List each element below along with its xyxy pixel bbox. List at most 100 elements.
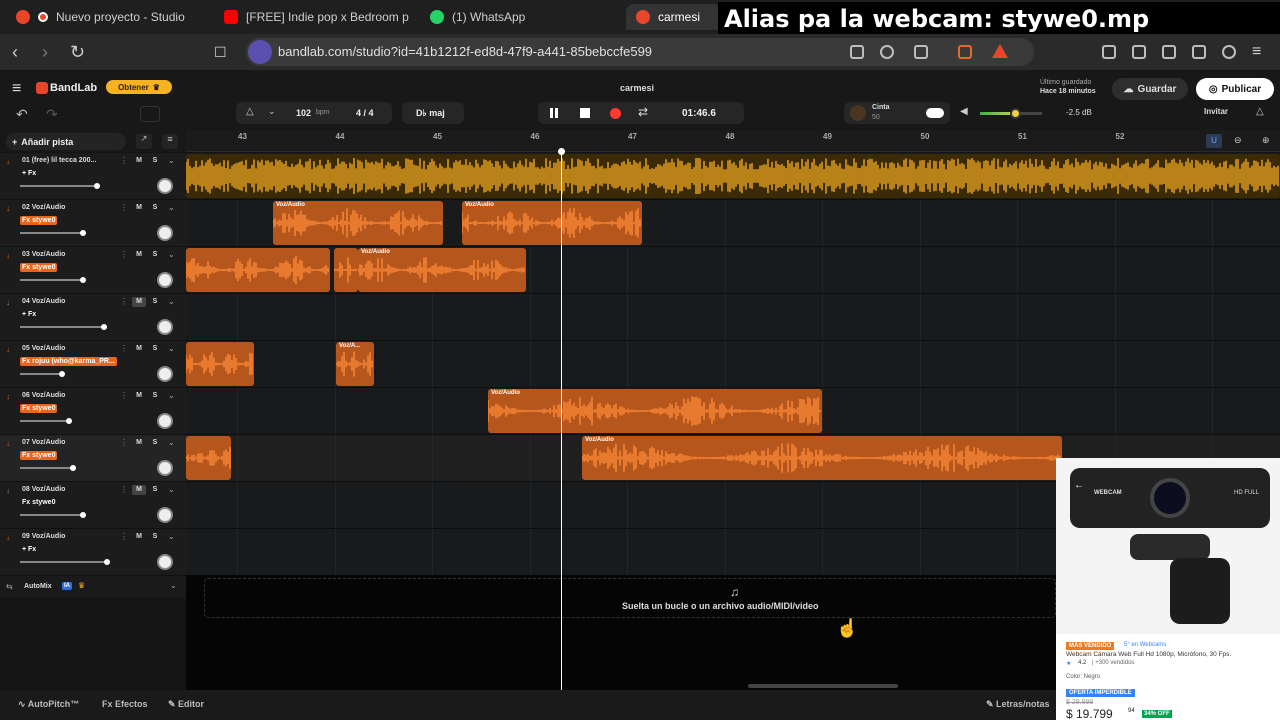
more-icon[interactable]: ⋮: [120, 297, 128, 306]
drop-zone[interactable]: [204, 578, 1056, 618]
chevron-down-icon[interactable]: ⌄: [168, 532, 175, 541]
solo-button[interactable]: S: [148, 532, 162, 542]
audio-clip[interactable]: Voz/Audio: [462, 201, 642, 245]
track-lane[interactable]: [186, 294, 1280, 341]
mute-button[interactable]: M: [132, 344, 146, 354]
track-volume-slider[interactable]: [20, 230, 86, 236]
time-signature[interactable]: 4 / 4: [356, 108, 374, 118]
tape-toggle[interactable]: [926, 108, 944, 118]
fx-slot[interactable]: + Fx: [20, 169, 38, 178]
mic-icon[interactable]: ↓: [6, 392, 10, 401]
mute-button[interactable]: M: [132, 203, 146, 213]
fx-slot[interactable]: Fx stywe0: [20, 404, 58, 413]
pan-knob[interactable]: [157, 319, 173, 335]
track-name[interactable]: 08 Voz/Audio: [22, 486, 65, 493]
audio-clip[interactable]: [186, 342, 254, 386]
reload-icon[interactable]: ↻: [70, 42, 85, 62]
track-lane[interactable]: Voz/Audio: [186, 247, 1280, 294]
brave-shield-icon[interactable]: [958, 45, 972, 59]
mic-icon[interactable]: ↓: [6, 486, 10, 495]
track-name[interactable]: 02 Voz/Audio: [22, 204, 65, 211]
fx-slot[interactable]: Fx stywe0: [20, 498, 57, 507]
pan-knob[interactable]: [157, 178, 173, 194]
brave-rewards-icon[interactable]: [992, 44, 1008, 58]
wallet-icon[interactable]: [1162, 45, 1176, 59]
publish-button[interactable]: ◎ Publicar: [1196, 78, 1274, 100]
solo-button[interactable]: S: [148, 344, 162, 354]
filter-icon[interactable]: ≡: [162, 134, 178, 149]
track-name[interactable]: 05 Voz/Audio: [22, 345, 65, 352]
obtener-button[interactable]: Obtener ♛: [106, 80, 172, 94]
extensions-icon[interactable]: [1102, 45, 1116, 59]
add-track-button[interactable]: + Añadir pista: [6, 133, 126, 150]
pan-knob[interactable]: [157, 460, 173, 476]
fx-slot[interactable]: + Fx: [20, 310, 38, 319]
more-icon[interactable]: ⋮: [120, 391, 128, 400]
pause-icon[interactable]: [550, 108, 553, 118]
loop-icon[interactable]: ⇄: [638, 105, 648, 119]
save-button[interactable]: ☁ Guardar: [1112, 78, 1188, 100]
volume-knob[interactable]: [80, 277, 86, 283]
effects-button[interactable]: Fx Efectos: [102, 699, 148, 709]
tab-nuevo-proyecto[interactable]: Nuevo proyecto - Studio: [6, 4, 206, 30]
pan-knob[interactable]: [157, 507, 173, 523]
bookmark-icon[interactable]: ☐: [214, 42, 227, 62]
metronome-icon[interactable]: △: [246, 106, 254, 117]
volume-knob[interactable]: [80, 230, 86, 236]
stop-icon[interactable]: [580, 108, 590, 118]
solo-button[interactable]: S: [148, 297, 162, 307]
mute-button[interactable]: M: [132, 297, 146, 307]
wand-icon[interactable]: ↗: [136, 134, 152, 149]
pan-knob[interactable]: [157, 366, 173, 382]
tab-carmesi[interactable]: carmesi: [626, 4, 722, 30]
solo-button[interactable]: S: [148, 391, 162, 401]
track-volume-slider[interactable]: [20, 559, 110, 565]
chevron-down-icon[interactable]: ⌄: [168, 485, 175, 494]
fx-slot[interactable]: + Fx: [20, 545, 38, 554]
track-header[interactable]: ↓ 05 Voz/Audio ⋮ M S ⌄ Fx rojuu (who@kar…: [0, 341, 186, 388]
mic-icon[interactable]: ↓: [6, 533, 10, 542]
more-icon[interactable]: ⋮: [120, 250, 128, 259]
mic-icon[interactable]: ↓: [6, 345, 10, 354]
more-icon[interactable]: ⋮: [120, 156, 128, 165]
solo-button[interactable]: S: [148, 156, 162, 166]
mic-icon[interactable]: ↓: [6, 204, 10, 213]
track-header[interactable]: ↓ 01 (free) lil tecca 200... ⋮ M S ⌄ + F…: [0, 153, 186, 200]
mute-button[interactable]: M: [132, 532, 146, 542]
more-icon[interactable]: ⋮: [120, 438, 128, 447]
bpm-value[interactable]: 102: [296, 108, 311, 118]
track-header[interactable]: ↓ 09 Voz/Audio ⋮ M S ⌄ + Fx: [0, 529, 186, 576]
playhead-handle[interactable]: [558, 148, 565, 155]
solo-button[interactable]: S: [148, 203, 162, 213]
zoom-icon[interactable]: [880, 45, 894, 59]
key-group[interactable]: D♭ maj: [402, 102, 464, 124]
fx-slot[interactable]: Fx stywe0: [20, 451, 58, 460]
audio-clip[interactable]: Voz/Audio: [358, 248, 526, 292]
mic-icon[interactable]: ↓: [6, 298, 10, 307]
pan-knob[interactable]: [157, 413, 173, 429]
sidebar-icon[interactable]: [1132, 45, 1146, 59]
track-header[interactable]: ↓ 02 Voz/Audio ⋮ M S ⌄ Fx stywe0: [0, 200, 186, 247]
more-icon[interactable]: ⋮: [120, 344, 128, 353]
back-icon[interactable]: ‹: [12, 42, 18, 62]
volume-knob[interactable]: [70, 465, 77, 471]
bell-icon[interactable]: △: [1256, 106, 1264, 117]
solo-button[interactable]: S: [148, 438, 162, 448]
autopitch-button[interactable]: ∿ AutoPitch™: [18, 699, 79, 710]
track-lane[interactable]: Voz/Audio Voz/Audio: [186, 200, 1280, 247]
mute-button[interactable]: M: [132, 391, 146, 401]
speaker-icon[interactable]: ◀: [960, 106, 968, 117]
chevron-down-icon[interactable]: ⌄: [168, 250, 175, 259]
audio-clip[interactable]: Voz/Audio: [273, 201, 443, 245]
chevron-down-icon[interactable]: ⌄: [168, 156, 175, 165]
mic-icon[interactable]: ↓: [6, 157, 10, 166]
audio-clip[interactable]: Voz/Audio: [582, 436, 1062, 480]
track-volume-slider[interactable]: [20, 277, 86, 283]
pan-knob[interactable]: [157, 272, 173, 288]
chevron-down-icon[interactable]: ⌄: [168, 203, 175, 212]
track-lane[interactable]: [186, 153, 1280, 200]
track-header[interactable]: ↓ 04 Voz/Audio ⋮ M S ⌄ + Fx: [0, 294, 186, 341]
automix-row[interactable]: ⇆ AutoMix IA ♛ ⌄: [0, 576, 186, 598]
mic-icon[interactable]: [248, 40, 272, 64]
arrow-left-icon[interactable]: ←: [1074, 480, 1084, 491]
